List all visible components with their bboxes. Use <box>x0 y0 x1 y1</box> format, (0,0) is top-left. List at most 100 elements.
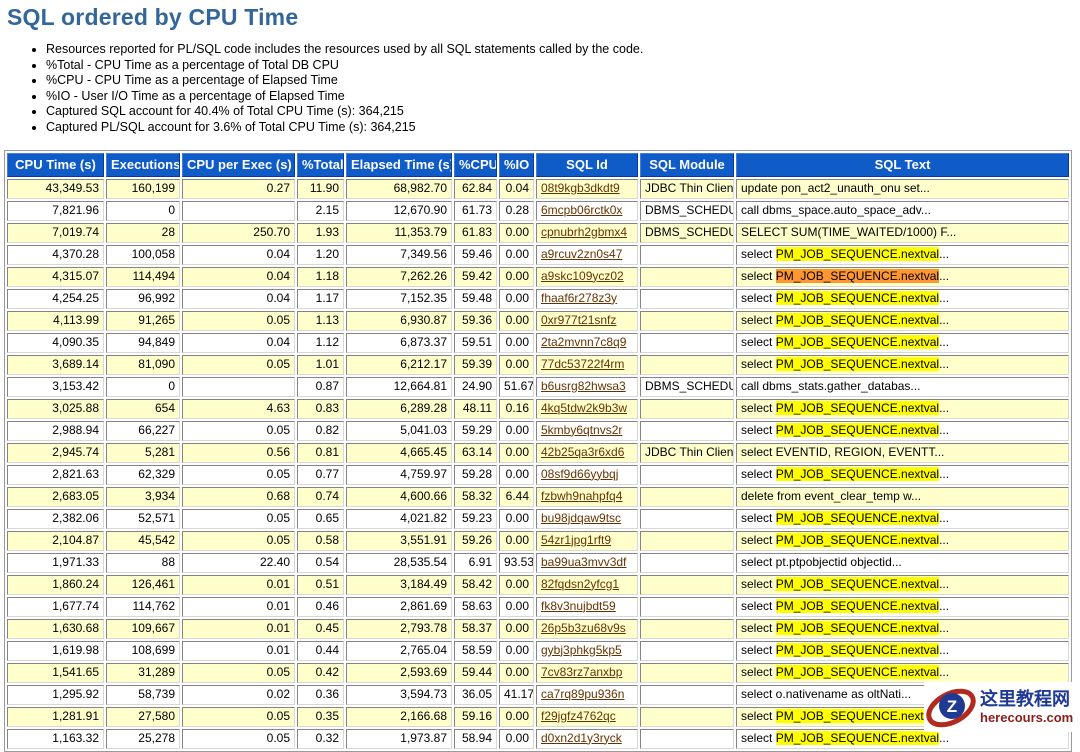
cell-pct_total: 0.54 <box>297 553 344 573</box>
cell-elapsed: 12,670.90 <box>346 201 452 221</box>
cell-sql_text: select PM_JOB_SEQUENCE.nextval... <box>736 267 1069 287</box>
cell-sql_text: SELECT SUM(TIME_WAITED/1000) F... <box>736 223 1069 243</box>
cell-module <box>640 399 734 419</box>
cell-cpu_per_exec: 0.27 <box>182 179 295 199</box>
cell-cpu_time: 1,281.91 <box>7 707 104 727</box>
sql-id-link[interactable]: 7cv83rz7anxbp <box>541 665 622 679</box>
sql-id-link[interactable]: f29jgfz4762qc <box>541 709 616 723</box>
sql-id-link[interactable]: 0xr977t21snfz <box>541 313 616 327</box>
cell-pct_io: 0.00 <box>499 465 534 485</box>
sql-id-link[interactable]: 4kq5tdw2k9b3w <box>541 401 627 415</box>
cell-cpu_time: 2,945.74 <box>7 443 104 463</box>
sql-id-link[interactable]: 08t9kgb3dkdt9 <box>541 181 620 195</box>
cell-sql_id: 0xr977t21snfz <box>536 311 638 331</box>
cell-elapsed: 2,793.78 <box>346 619 452 639</box>
cell-cpu_per_exec: 0.04 <box>182 267 295 287</box>
cell-sql_text: select PM_JOB_SEQUENCE.nextval... <box>736 399 1069 419</box>
cell-pct_cpu: 59.48 <box>454 289 497 309</box>
cell-executions: 28 <box>106 223 180 243</box>
cell-sql_text: call dbms_space.auto_space_adv... <box>736 201 1069 221</box>
cell-cpu_per_exec: 0.01 <box>182 575 295 595</box>
sql-id-link[interactable]: 5kmby6qtnvs2r <box>541 423 622 437</box>
cell-cpu_time: 2,821.63 <box>7 465 104 485</box>
cell-executions: 66,227 <box>106 421 180 441</box>
cell-cpu_per_exec: 0.01 <box>182 619 295 639</box>
sql-id-link[interactable]: 08sf9d66yybqj <box>541 467 618 481</box>
sql-text: select <box>741 665 776 679</box>
cell-elapsed: 2,765.04 <box>346 641 452 661</box>
cell-pct_total: 1.13 <box>297 311 344 331</box>
sql-id-link[interactable]: a9skc109ycz02 <box>541 269 624 283</box>
cell-executions: 114,762 <box>106 597 180 617</box>
sql-text-ellipsis: ... <box>939 665 949 679</box>
cell-module <box>640 663 734 683</box>
sql-text: select <box>741 401 776 415</box>
cell-cpu_per_exec: 0.04 <box>182 333 295 353</box>
cell-sql_id: bu98jdqaw9tsc <box>536 509 638 529</box>
sql-id-link[interactable]: b6usrg82hwsa3 <box>541 379 626 393</box>
sql-id-link[interactable]: cpnubrh2gbmx4 <box>541 225 627 239</box>
column-header-pct_total: %Total <box>297 153 344 177</box>
table-row: 2,821.6362,3290.050.774,759.9759.280.000… <box>7 465 1069 485</box>
cell-cpu_time: 1,619.98 <box>7 641 104 661</box>
sql-text-ellipsis: ... <box>939 401 949 415</box>
cell-elapsed: 4,665.45 <box>346 443 452 463</box>
table-row: 4,370.28100,0580.041.207,349.5659.460.00… <box>7 245 1069 265</box>
sql-text-ellipsis: ... <box>939 533 949 547</box>
cell-executions: 27,580 <box>106 707 180 727</box>
table-row: 1,281.9127,5800.050.352,166.6859.160.00f… <box>7 707 1069 727</box>
sql-ordered-by-cpu-table: CPU Time (s)ExecutionsCPU per Exec (s)%T… <box>4 150 1072 752</box>
sql-id-link[interactable]: a9rcuv2zn0s47 <box>541 247 622 261</box>
table-row: 2,945.745,2810.560.814,665.4563.140.0042… <box>7 443 1069 463</box>
sql-id-link[interactable]: d0xn2d1y3ryck <box>541 731 622 745</box>
cell-pct_total: 0.74 <box>297 487 344 507</box>
cell-pct_total: 1.01 <box>297 355 344 375</box>
table-row: 1,541.6531,2890.050.422,593.6959.440.007… <box>7 663 1069 683</box>
sql-text-ellipsis: ... <box>939 423 949 437</box>
sql-id-link[interactable]: bu98jdqaw9tsc <box>541 511 621 525</box>
sql-id-link[interactable]: 82fqdsn2yfcg1 <box>541 577 619 591</box>
column-header-module: SQL Module <box>640 153 734 177</box>
sql-text: select <box>741 731 776 745</box>
cell-sql_id: 42b25qa3r6xd6 <box>536 443 638 463</box>
table-row: 43,349.53160,1990.2711.9068,982.7062.840… <box>7 179 1069 199</box>
sql-id-link[interactable]: fk8v3nujbdt59 <box>541 599 616 613</box>
sql-text: select <box>741 621 776 635</box>
cell-cpu_per_exec: 22.40 <box>182 553 295 573</box>
cell-sql_id: 6mcpb06rctk0x <box>536 201 638 221</box>
cell-module <box>640 465 734 485</box>
sql-id-link[interactable]: 77dc53722f4rm <box>541 357 624 371</box>
cell-sql_text: delete from event_clear_temp w... <box>736 487 1069 507</box>
table-row: 4,113.9991,2650.051.136,930.8759.360.000… <box>7 311 1069 331</box>
cell-pct_io: 0.00 <box>499 443 534 463</box>
sql-id-link[interactable]: gybj3phkg5kp5 <box>541 643 622 657</box>
cell-sql_id: 54zr1jpg1rft9 <box>536 531 638 551</box>
cell-sql_id: fhaaf6r278z3y <box>536 289 638 309</box>
sql-id-link[interactable]: 42b25qa3r6xd6 <box>541 445 624 459</box>
column-header-pct_cpu: %CPU <box>454 153 497 177</box>
find-highlight: PM_JOB_SEQUENCE.nextval <box>776 401 939 415</box>
sql-id-link[interactable]: fhaaf6r278z3y <box>541 291 617 305</box>
sql-id-link[interactable]: 2ta2mvnn7c8q9 <box>541 335 626 349</box>
cell-cpu_time: 4,113.99 <box>7 311 104 331</box>
sql-id-link[interactable]: fzbwh9nahpfq4 <box>541 489 622 503</box>
sql-id-link[interactable]: 26p5b3zu68v9s <box>541 621 626 635</box>
cell-sql_id: 26p5b3zu68v9s <box>536 619 638 639</box>
cell-module <box>640 333 734 353</box>
find-highlight: PM_JOB_SEQUENCE.nextval <box>776 577 939 591</box>
watermark-brand: 这里教程网 <box>980 688 1073 710</box>
cell-executions: 31,289 <box>106 663 180 683</box>
cell-pct_io: 0.00 <box>499 575 534 595</box>
sql-id-link[interactable]: 6mcpb06rctk0x <box>541 203 622 217</box>
cell-module <box>640 355 734 375</box>
sql-text: select <box>741 357 776 371</box>
cell-pct_cpu: 59.44 <box>454 663 497 683</box>
cell-sql_text: call dbms_stats.gather_databas... <box>736 377 1069 397</box>
sql-id-link[interactable]: 54zr1jpg1rft9 <box>541 533 611 547</box>
cell-sql_text: select PM_JOB_SEQUENCE.nextval... <box>736 531 1069 551</box>
cell-cpu_time: 7,019.74 <box>7 223 104 243</box>
cell-sql_text: select PM_JOB_SEQUENCE.nextval... <box>736 597 1069 617</box>
sql-id-link[interactable]: ba99ua3mvv3df <box>541 555 626 569</box>
cell-executions: 114,494 <box>106 267 180 287</box>
sql-id-link[interactable]: ca7rq89pu936n <box>541 687 624 701</box>
